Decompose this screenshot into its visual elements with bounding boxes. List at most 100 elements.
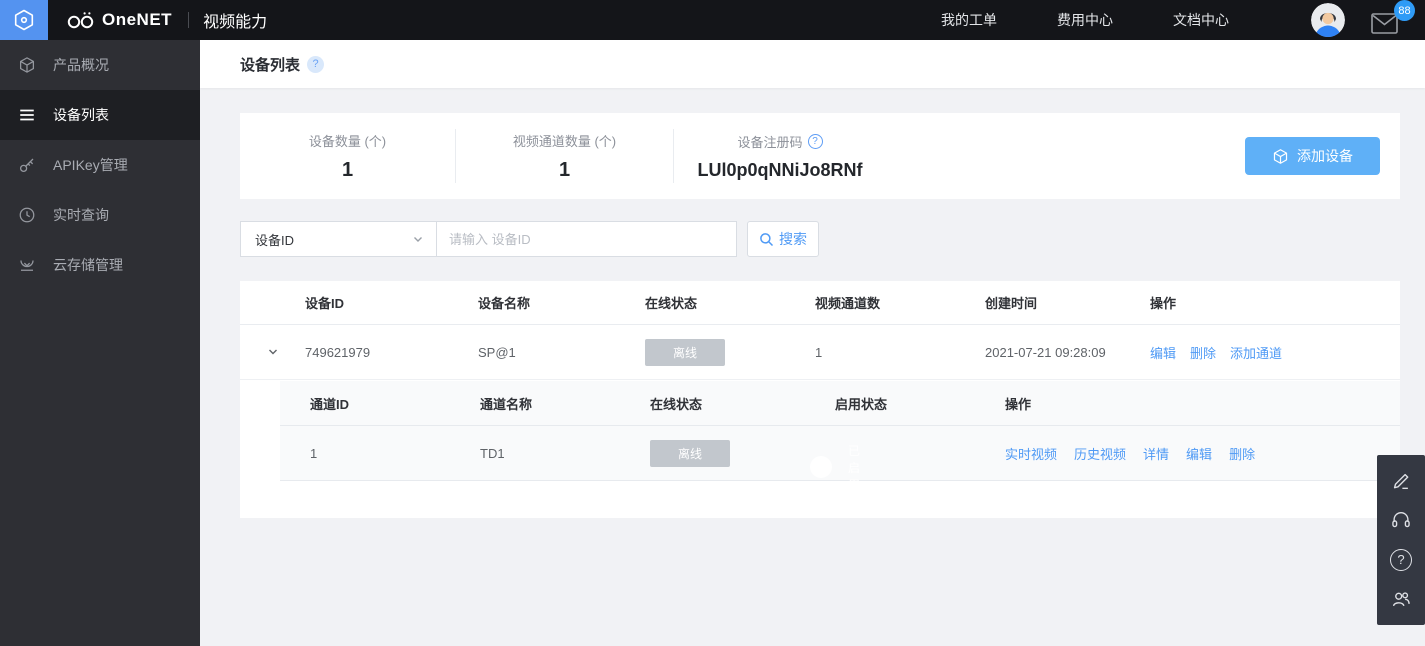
- sidebar: 产品概况 设备列表 APIKey管理: [0, 40, 200, 646]
- add-device-label: 添加设备: [1297, 146, 1353, 166]
- search-button[interactable]: 搜索: [747, 221, 819, 257]
- column-header: 在线状态: [650, 394, 835, 413]
- channel-name-cell: TD1: [480, 446, 650, 461]
- unread-count-badge: 88: [1394, 0, 1415, 21]
- filter-select-value: 设备ID: [255, 230, 294, 249]
- device-table: 设备ID 设备名称 在线状态 视频通道数 创建时间 操作 749621979 S…: [240, 281, 1400, 518]
- sidebar-item-cloud-storage[interactable]: 云存储管理: [0, 240, 200, 290]
- help-question-icon[interactable]: ?: [1388, 547, 1414, 573]
- nav-my-tickets[interactable]: 我的工单: [941, 10, 997, 30]
- sidebar-item-product-overview[interactable]: 产品概况: [0, 40, 200, 90]
- sidebar-item-device-list[interactable]: 设备列表: [0, 90, 200, 140]
- sidebar-item-label: 实时查询: [53, 205, 109, 225]
- floating-toolbar: ?: [1377, 455, 1425, 625]
- collapse-row-chevron[interactable]: [240, 346, 305, 358]
- community-people-icon[interactable]: [1388, 586, 1414, 612]
- add-device-button[interactable]: 添加设备: [1245, 137, 1380, 175]
- cloud-storage-icon: [18, 256, 36, 274]
- toggle-label: 已启用: [848, 453, 860, 481]
- device-table-row: 749621979 SP@1 离线 1 2021-07-21 09:28:09 …: [240, 325, 1400, 380]
- device-table-header: 设备ID 设备名称 在线状态 视频通道数 创建时间 操作: [240, 281, 1400, 325]
- device-filter-select[interactable]: 设备ID: [240, 221, 437, 257]
- hexagon-logo-icon: [12, 8, 36, 32]
- platform-home-button[interactable]: [0, 0, 48, 40]
- reg-code-label: 设备注册码: [737, 132, 802, 151]
- page-header: 设备列表 ?: [200, 40, 1425, 88]
- stat-value: 1: [559, 159, 570, 182]
- channel-count-cell: 1: [815, 345, 985, 360]
- question-circle-icon[interactable]: ?: [808, 134, 823, 149]
- chevron-down-icon: [412, 233, 424, 245]
- row-actions: 编辑 删除 添加通道: [1150, 343, 1400, 362]
- registration-code-value: LUl0p0qNNiJo8RNf: [697, 160, 862, 181]
- channel-table-header: 通道ID 通道名称 在线状态 启用状态 操作: [280, 381, 1400, 426]
- device-name-cell: SP@1: [478, 345, 645, 360]
- feedback-pencil-icon[interactable]: [1388, 468, 1414, 494]
- cube-icon: [18, 56, 36, 74]
- sidebar-item-apikey[interactable]: APIKey管理: [0, 140, 200, 190]
- live-video-link[interactable]: 实时视频: [1005, 444, 1057, 463]
- channel-id-cell: 1: [310, 446, 480, 461]
- row-actions: 实时视频 历史视频 详情 编辑 删除: [1005, 444, 1400, 463]
- column-header: 通道名称: [480, 394, 650, 413]
- delete-device-link[interactable]: 删除: [1190, 343, 1216, 362]
- key-icon: [18, 156, 36, 174]
- brand-divider: [188, 12, 189, 28]
- device-id-cell: 749621979: [305, 345, 478, 360]
- stat-label: 设备数量 (个): [309, 131, 386, 150]
- column-header: 通道ID: [310, 394, 480, 413]
- column-header: 创建时间: [985, 293, 1150, 312]
- detail-link[interactable]: 详情: [1143, 444, 1169, 463]
- top-nav: 我的工单 费用中心 文档中心: [941, 10, 1289, 30]
- list-icon: [18, 106, 36, 124]
- column-header: 视频通道数: [815, 293, 985, 312]
- clock-icon: [18, 206, 36, 224]
- column-header: 操作: [1005, 394, 1400, 413]
- support-headset-icon[interactable]: [1388, 507, 1414, 533]
- channel-table-row: 1 TD1 离线 已启用 实时视频 历史视频 详情 编辑 删除: [280, 426, 1400, 481]
- history-video-link[interactable]: 历史视频: [1074, 444, 1126, 463]
- app-root: OneNET 视频能力 我的工单 费用中心 文档中心: [0, 0, 1425, 646]
- stat-device-count: 设备数量 (个) 1: [240, 131, 455, 182]
- column-header: 设备ID: [305, 293, 478, 312]
- created-time-cell: 2021-07-21 09:28:09: [985, 345, 1150, 360]
- question-circle-icon[interactable]: ?: [307, 56, 324, 73]
- status-badge: 离线: [650, 440, 730, 467]
- stat-label: 设备注册码 ?: [737, 132, 822, 151]
- delete-channel-link[interactable]: 删除: [1229, 444, 1255, 463]
- top-header: OneNET 视频能力 我的工单 费用中心 文档中心: [0, 0, 1425, 40]
- stat-label: 视频通道数量 (个): [513, 131, 616, 150]
- onenet-logo-icon: [66, 10, 96, 30]
- search-button-label: 搜索: [779, 229, 807, 249]
- cube-icon: [1272, 148, 1289, 165]
- sidebar-item-realtime-query[interactable]: 实时查询: [0, 190, 200, 240]
- add-channel-link[interactable]: 添加通道: [1230, 343, 1282, 362]
- user-avatar[interactable]: [1311, 3, 1345, 37]
- toggle-knob: [810, 456, 832, 478]
- channel-table: 通道ID 通道名称 在线状态 启用状态 操作 1 TD1 离线 已启用 实时视频: [280, 381, 1400, 481]
- sidebar-item-label: 设备列表: [53, 105, 109, 125]
- brand-name: OneNET: [102, 10, 172, 30]
- stat-channel-count: 视频通道数量 (个) 1: [456, 131, 673, 182]
- nav-docs-center[interactable]: 文档中心: [1173, 10, 1229, 30]
- product-name: 视频能力: [203, 8, 267, 32]
- sidebar-item-label: 产品概况: [53, 55, 109, 75]
- sidebar-item-label: 云存储管理: [53, 255, 123, 275]
- magnifier-icon: [759, 232, 774, 247]
- stats-card: 设备数量 (个) 1 视频通道数量 (个) 1 设备注册码 ? LUl0p0qN…: [240, 113, 1400, 199]
- column-header: 设备名称: [478, 293, 645, 312]
- sidebar-item-label: APIKey管理: [53, 155, 128, 175]
- search-input[interactable]: [436, 221, 737, 257]
- stat-registration-code: 设备注册码 ? LUl0p0qNNiJo8RNf: [674, 132, 886, 181]
- edit-device-link[interactable]: 编辑: [1150, 343, 1176, 362]
- page-title: 设备列表: [240, 54, 300, 75]
- column-header: 操作: [1150, 293, 1400, 312]
- messages-button[interactable]: 88: [1371, 3, 1411, 37]
- onenet-logo[interactable]: OneNET: [66, 10, 172, 30]
- column-header: 启用状态: [835, 394, 1005, 413]
- column-header: 在线状态: [645, 293, 815, 312]
- stat-value: 1: [342, 159, 353, 182]
- edit-channel-link[interactable]: 编辑: [1186, 444, 1212, 463]
- nav-billing-center[interactable]: 费用中心: [1057, 10, 1113, 30]
- status-badge: 离线: [645, 339, 725, 366]
